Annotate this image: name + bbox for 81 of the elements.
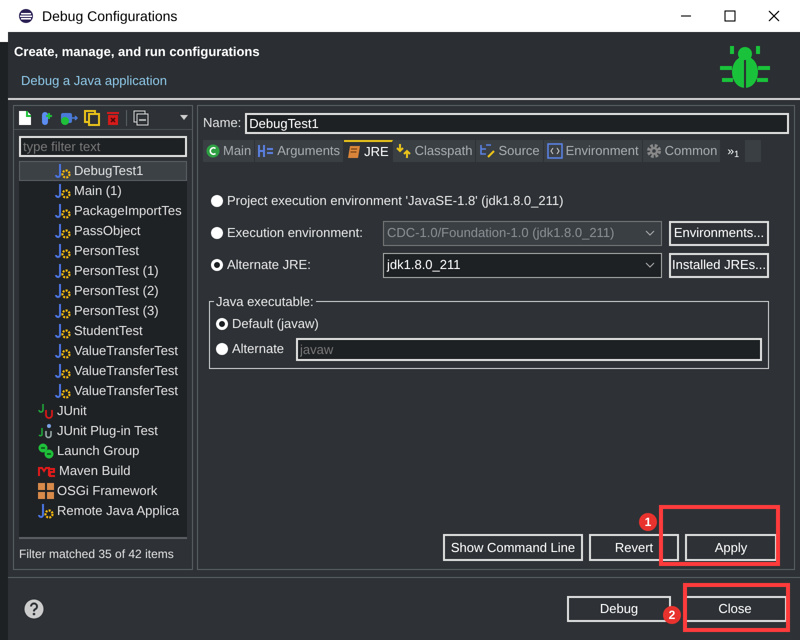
group-title: Java executable: <box>215 293 315 311</box>
maven-icon <box>38 465 56 477</box>
header-title: Create, manage, and run configurations <box>14 43 261 61</box>
arguments-icon <box>258 145 274 157</box>
maximize-icon <box>724 10 736 22</box>
caret-icon <box>645 262 655 268</box>
tree-item[interactable]: PassObject <box>19 221 187 241</box>
tree-item[interactable]: DebugTest1 <box>19 161 187 181</box>
tree-item[interactable]: JUnit <box>19 401 187 421</box>
tree-item[interactable]: Launch Group <box>19 441 187 461</box>
tree-item[interactable]: OSGi Framework <box>19 481 187 501</box>
help-icon <box>24 599 44 619</box>
filter-field[interactable]: type filter text <box>19 136 187 157</box>
radio-button[interactable] <box>211 195 223 207</box>
tree-item[interactable]: ValueTransferTest <box>19 361 187 381</box>
tree-item[interactable]: PersonTest (3) <box>19 301 187 321</box>
collapse-all-icon <box>133 110 149 126</box>
java-launch-icon <box>55 363 71 379</box>
name-label: Name: <box>203 114 242 132</box>
view-menu-icon <box>180 114 188 120</box>
button[interactable]: Apply <box>685 534 777 561</box>
junit-icon <box>38 403 54 419</box>
radio-label: Project execution environment 'JavaSE-1.8' (jdk1.8.0_211) <box>227 192 564 210</box>
arrows-icon <box>396 143 412 159</box>
tab[interactable]: Arguments <box>255 140 344 162</box>
button[interactable]: Revert <box>589 534 679 561</box>
radio-button[interactable] <box>211 227 223 239</box>
gear-icon <box>646 143 662 159</box>
java-launch-icon <box>38 503 54 519</box>
tab[interactable]: JRE <box>344 140 393 162</box>
grid-icon <box>38 483 54 499</box>
environments-button[interactable]: Environments... <box>669 220 769 246</box>
tab-overflow-button[interactable]: »$_{1}$ <box>721 140 746 162</box>
radio-button[interactable] <box>211 259 223 271</box>
java-launch-icon <box>55 223 71 239</box>
book-icon <box>347 145 362 159</box>
filter-status: Filter matched 35 of 42 items <box>18 546 175 563</box>
java-launch-icon <box>55 183 71 199</box>
code-icon <box>546 143 563 159</box>
tree-item[interactable]: PersonTest (1) <box>19 261 187 281</box>
java-launch-icon <box>55 303 71 319</box>
c-circle-icon <box>206 144 220 158</box>
close-icon <box>768 10 780 22</box>
tree-item[interactable]: Maven Build <box>19 461 187 481</box>
tree-item[interactable]: ValueTransferTest <box>19 341 187 361</box>
junit-plugin-icon <box>38 423 54 439</box>
new-configuration-icon <box>18 110 32 126</box>
header-subtitle: Debug a Java application <box>21 72 168 90</box>
duplicate-icon <box>84 110 100 126</box>
installed-jres-button[interactable]: Installed JREs... <box>669 252 769 278</box>
radio-label: Default (javaw) <box>232 315 319 334</box>
tree-item[interactable]: Remote Java Applica <box>19 501 187 521</box>
app-icon <box>18 8 34 24</box>
radio-label: Alternate JRE: <box>227 256 312 274</box>
tree-item[interactable]: StudentTest <box>19 321 187 341</box>
tree-item[interactable]: PackageImportTes <box>19 201 187 221</box>
java-launch-icon <box>55 243 71 259</box>
java-launch-icon <box>55 163 71 179</box>
radio-button[interactable] <box>216 318 228 330</box>
radio-label: Execution environment: <box>227 224 364 242</box>
name-field[interactable]: DebugTest1 <box>245 112 789 134</box>
caret-icon <box>645 230 655 236</box>
window-title: Debug Configurations <box>42 6 178 26</box>
delete-icon <box>106 110 120 126</box>
java-launch-icon <box>55 323 71 339</box>
java-launch-icon <box>55 203 71 219</box>
java-launch-icon <box>55 263 71 279</box>
java-launch-icon <box>55 383 71 399</box>
radio-label: Alternate <box>232 340 284 358</box>
java-launch-icon <box>55 343 71 359</box>
button[interactable]: Show Command Line <box>443 534 583 561</box>
tree-item[interactable]: Main (1) <box>19 181 187 201</box>
tree-item[interactable]: JUnit Plug-in Test <box>19 421 187 441</box>
tree-item[interactable]: PersonTest (2) <box>19 281 187 301</box>
dropdown[interactable]: jdk1.8.0_211 <box>383 252 662 278</box>
radio-button[interactable] <box>216 343 228 355</box>
tree-item[interactable]: ValueTransferTest <box>19 381 187 401</box>
tree-item[interactable]: PersonTest <box>19 241 187 261</box>
launch-group-icon <box>38 443 54 459</box>
source-icon <box>479 144 496 158</box>
java-launch-icon <box>55 283 71 299</box>
